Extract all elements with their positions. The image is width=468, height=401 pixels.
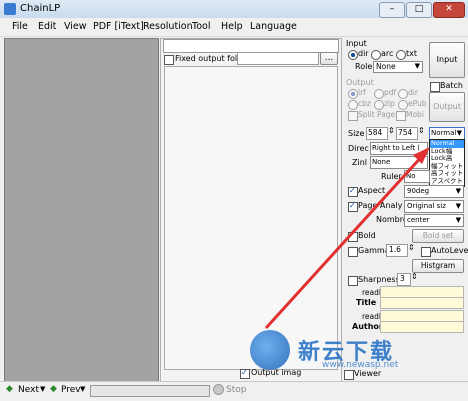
annotation-arrow	[264, 147, 430, 330]
watermark-logo-icon	[250, 330, 290, 370]
watermark-url: www.newasp.net	[322, 360, 399, 370]
